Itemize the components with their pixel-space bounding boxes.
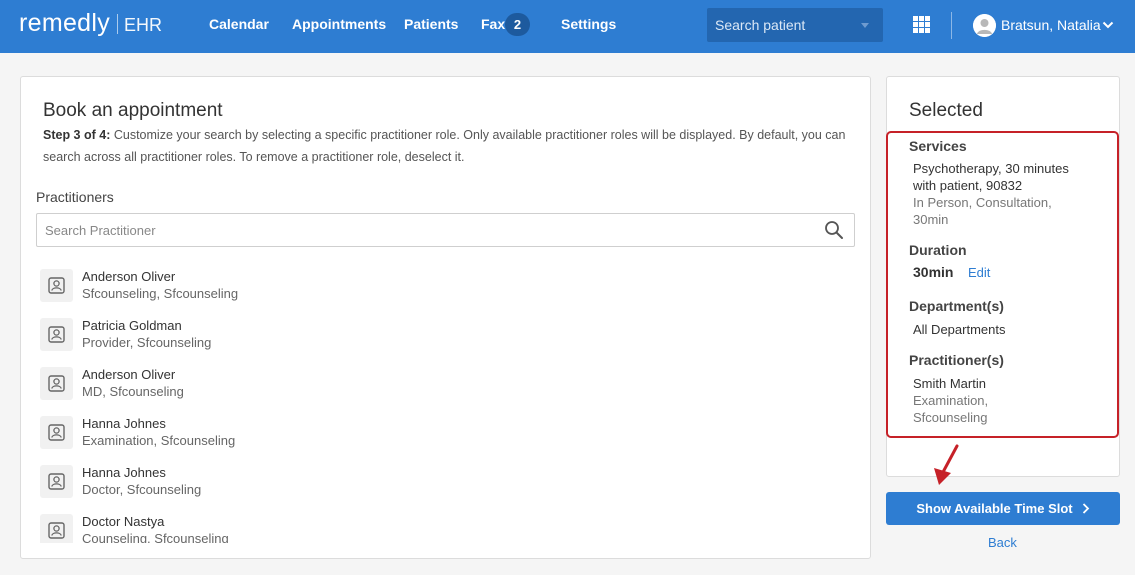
selected-practitioner-role-line1: Examination, [913, 393, 989, 408]
search-patient-placeholder: Search patient [715, 17, 806, 33]
back-link[interactable]: Back [988, 535, 1017, 550]
user-name[interactable]: Bratsun, Natalia [1001, 17, 1101, 33]
practitioner-item[interactable]: Doctor Nastya Counseling, Sfcounseling [40, 510, 840, 543]
practitioner-roles: Examination, Sfcounseling [82, 433, 236, 448]
duration-heading: Duration [909, 242, 967, 258]
practitioner-item[interactable]: Patricia Goldman Provider, Sfcounseling [40, 314, 840, 363]
practitioner-roles: Sfcounseling, Sfcounseling [82, 286, 239, 301]
search-patient-select[interactable]: Search patient [707, 8, 883, 42]
search-icon[interactable] [824, 220, 844, 243]
nav-calendar[interactable]: Calendar [209, 16, 269, 32]
search-practitioner-input[interactable]: Search Practitioner [36, 213, 855, 247]
selected-title: Selected [909, 100, 983, 121]
practitioner-name: Hanna Johnes [82, 465, 166, 480]
fax-count-badge[interactable]: 2 [505, 13, 530, 36]
nav-patients[interactable]: Patients [404, 16, 458, 32]
duration-value: 30min [913, 264, 954, 280]
service-name-line2: with patient, 90832 [913, 178, 1023, 193]
step-label: Step 3 of 4: [43, 128, 111, 142]
practitioner-roles: Counseling, Sfcounseling [82, 531, 229, 543]
edit-duration-link[interactable]: Edit [968, 265, 990, 280]
services-heading: Services [909, 138, 967, 154]
practitioners-heading: Practitioner(s) [909, 352, 1004, 368]
selected-practitioner-name: Smith Martin [913, 376, 986, 391]
practitioner-roles: Doctor, Sfcounseling [82, 482, 202, 497]
step-instructions: Customize your search by selecting a spe… [43, 128, 846, 164]
practitioner-card-icon [40, 269, 73, 302]
app-logo[interactable]: remedly EHR [19, 9, 162, 38]
practitioner-roles: MD, Sfcounseling [82, 384, 184, 399]
logo-text: remedly [19, 9, 111, 37]
user-avatar-icon[interactable] [973, 14, 996, 37]
nav-appointments[interactable]: Appointments [292, 16, 386, 32]
practitioner-name: Anderson Oliver [82, 269, 176, 284]
caret-down-icon [861, 23, 869, 28]
top-nav-bar: remedly EHR Calendar Appointments Patien… [0, 0, 1135, 53]
show-available-time-slot-button[interactable]: Show Available Time Slot [886, 492, 1120, 525]
chevron-right-icon [1082, 503, 1089, 514]
practitioner-card-icon [40, 318, 73, 351]
practitioner-item[interactable]: Anderson Oliver Sfcounseling, Sfcounseli… [40, 265, 840, 314]
apps-grid-icon[interactable] [913, 16, 930, 33]
practitioner-card-icon [40, 416, 73, 449]
practitioner-roles: Provider, Sfcounseling [82, 335, 212, 350]
practitioner-card-icon [40, 514, 73, 543]
practitioner-card-icon [40, 465, 73, 498]
practitioner-list: Anderson Oliver Sfcounseling, Sfcounseli… [40, 265, 840, 543]
practitioner-card-icon [40, 367, 73, 400]
service-name-line1: Psychotherapy, 30 minutes [913, 161, 1069, 176]
search-practitioner-placeholder: Search Practitioner [45, 223, 156, 238]
nav-divider [951, 12, 952, 39]
service-detail-line2: 30min [913, 212, 949, 227]
practitioner-item[interactable]: Hanna Johnes Doctor, Sfcounseling [40, 461, 840, 510]
red-arrow-icon [934, 444, 959, 485]
book-appointment-panel: Book an appointment Step 3 of 4: Customi… [20, 76, 871, 559]
chevron-down-icon[interactable] [1102, 18, 1114, 36]
logo-suffix: EHR [124, 15, 163, 35]
practitioner-item[interactable]: Anderson Oliver MD, Sfcounseling [40, 363, 840, 412]
selected-practitioner-role-line2: Sfcounseling [913, 410, 988, 425]
practitioner-name: Doctor Nastya [82, 514, 165, 529]
practitioner-name: Anderson Oliver [82, 367, 176, 382]
departments-heading: Department(s) [909, 298, 1004, 314]
nav-fax[interactable]: Fax [481, 16, 505, 32]
page-title: Book an appointment [43, 100, 223, 121]
practitioner-item[interactable]: Hanna Johnes Examination, Sfcounseling [40, 412, 840, 461]
nav-settings[interactable]: Settings [561, 16, 616, 32]
service-detail-line1: In Person, Consultation, [913, 195, 1052, 210]
show-slot-label: Show Available Time Slot [916, 501, 1073, 516]
practitioner-name: Hanna Johnes [82, 416, 166, 431]
departments-value: All Departments [913, 322, 1006, 337]
step-description: Step 3 of 4: Customize your search by se… [43, 124, 853, 168]
logo-divider [117, 13, 119, 34]
practitioner-name: Patricia Goldman [82, 318, 182, 333]
practitioners-label: Practitioners [36, 189, 114, 205]
